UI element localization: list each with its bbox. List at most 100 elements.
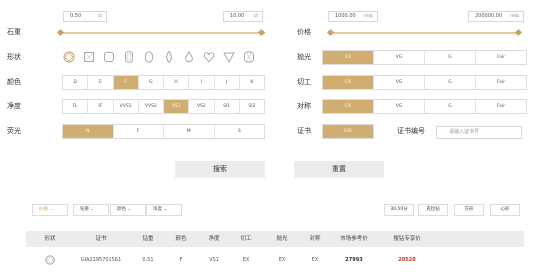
heart-icon[interactable]: [202, 49, 215, 64]
cushion-icon[interactable]: [102, 49, 115, 64]
cut-option-fair[interactable]: Fair: [476, 76, 526, 89]
shape-selector: [62, 49, 255, 64]
weight-slider-track[interactable]: [60, 32, 265, 34]
radiant-icon[interactable]: [242, 49, 255, 64]
weight-slider-min-handle[interactable]: [56, 28, 65, 37]
shape-label: 形状: [7, 53, 21, 61]
round-icon[interactable]: [62, 49, 75, 64]
price-slider-min-handle[interactable]: [326, 28, 335, 37]
table-row[interactable]: GIA2195701561 0.51 F VS1 EX EX EX 27993 …: [26, 255, 524, 269]
row-market-price: 27993: [345, 257, 363, 263]
clarity-option-si2[interactable]: SI2: [240, 100, 264, 113]
clarity-option-fl[interactable]: FL: [63, 100, 89, 113]
symmetry-option-g[interactable]: G: [425, 100, 476, 113]
header-cut: 切工: [240, 236, 252, 242]
fluorescence-options: N F M S: [62, 124, 265, 139]
tab-30-50[interactable]: 30-50分: [384, 204, 414, 216]
color-option-d[interactable]: D: [63, 76, 89, 89]
cut-option-vg[interactable]: VG: [374, 76, 425, 89]
certificate-option-gia[interactable]: GIA: [323, 125, 373, 138]
oval-icon[interactable]: [142, 49, 155, 64]
polish-options: EX VG G Fair: [322, 50, 527, 65]
clarity-options: FL IF VVS1 VVS2 VS1 VS2 SI1 SI2: [62, 99, 265, 114]
symmetry-label: 对称: [297, 102, 311, 110]
fluorescence-option-s[interactable]: S: [215, 125, 265, 138]
price-max-input[interactable]: 200000.00 rmb: [468, 11, 524, 22]
color-option-j[interactable]: J: [215, 76, 240, 89]
header-color: 颜色: [175, 236, 187, 242]
fluorescence-label: 荧光: [7, 127, 21, 135]
clarity-option-si1[interactable]: SI1: [215, 100, 240, 113]
round-icon: [45, 255, 55, 269]
sort-dropdown-clarity[interactable]: 净度 ⌄: [146, 204, 182, 216]
clarity-option-vs1[interactable]: VS1: [164, 100, 190, 113]
row-certificate[interactable]: GIA2195701561: [81, 255, 122, 265]
clarity-option-vvs1[interactable]: VVS1: [114, 100, 139, 113]
weight-slider-max-handle[interactable]: [257, 28, 266, 37]
fluorescence-option-n[interactable]: N: [63, 125, 114, 138]
princess-icon[interactable]: [82, 49, 95, 64]
fluorescence-option-f[interactable]: F: [114, 125, 164, 138]
row-symmetry: EX: [311, 257, 319, 263]
color-option-h[interactable]: H: [164, 76, 190, 89]
triangle-icon[interactable]: [222, 49, 235, 64]
chevron-down-icon: ⌄: [49, 207, 54, 212]
certificate-label: 证书: [297, 127, 311, 135]
weight-min-input[interactable]: 0.50 ct: [63, 11, 107, 22]
cut-options: EX VG G Fair: [322, 75, 527, 90]
emerald-icon[interactable]: [122, 49, 135, 64]
clarity-option-vs2[interactable]: VS2: [189, 100, 215, 113]
color-option-e[interactable]: E: [88, 76, 114, 89]
symmetry-option-vg[interactable]: VG: [374, 100, 425, 113]
certificate-number-label: 证书编号: [397, 127, 425, 135]
sort-dropdown-weight[interactable]: 钻重 ⌄: [73, 204, 109, 216]
polish-option-fair[interactable]: Fair: [476, 51, 526, 64]
fluorescence-option-m[interactable]: M: [164, 125, 215, 138]
table-header: 形状 证书 钻重 颜色 净度 切工 抛光 对称 市场参考价 搜钻专享价: [26, 231, 524, 247]
weight-label: 石重: [7, 28, 21, 36]
price-min-input[interactable]: 1000.00 rmb: [328, 11, 378, 22]
search-button[interactable]: 搜索: [175, 161, 265, 178]
certificate-number-input[interactable]: 请输入证书号: [436, 126, 522, 139]
tab-carat[interactable]: 克拉钻: [418, 204, 448, 216]
row-color: F: [179, 257, 183, 263]
color-option-k[interactable]: K: [240, 76, 264, 89]
symmetry-option-ex[interactable]: EX: [323, 100, 374, 113]
marquise-icon[interactable]: [162, 49, 175, 64]
header-member-price: 搜钻专享价: [393, 236, 421, 242]
reset-button[interactable]: 重置: [294, 161, 384, 178]
weight-max-input[interactable]: 10.00 ct: [223, 11, 263, 22]
chevron-down-icon: ⌄: [90, 207, 95, 212]
header-shape: 形状: [44, 236, 56, 242]
header-weight: 钻重: [142, 236, 154, 242]
header-market-price: 市场参考价: [340, 236, 368, 242]
tab-heart[interactable]: 心形: [490, 204, 520, 216]
header-clarity: 净度: [208, 236, 220, 242]
polish-option-g[interactable]: G: [425, 51, 476, 64]
pear-icon[interactable]: [182, 49, 195, 64]
color-options: D E F G H I J K: [62, 75, 265, 90]
color-option-i[interactable]: I: [189, 76, 215, 89]
chevron-down-icon: ⌄: [163, 207, 168, 212]
tab-square[interactable]: 方形: [454, 204, 484, 216]
price-slider-track[interactable]: [330, 32, 520, 34]
price-slider-max-handle[interactable]: [514, 28, 523, 37]
sort-dropdown-color[interactable]: 颜色 ⌄: [110, 204, 146, 216]
header-polish: 抛光: [276, 236, 288, 242]
header-symmetry: 对称: [309, 236, 321, 242]
color-option-f[interactable]: F: [113, 76, 139, 89]
polish-option-vg[interactable]: VG: [374, 51, 425, 64]
clarity-label: 净度: [7, 102, 21, 110]
cut-option-g[interactable]: G: [425, 76, 476, 89]
color-option-g[interactable]: G: [139, 76, 164, 89]
cut-option-ex[interactable]: EX: [323, 76, 374, 89]
polish-option-ex[interactable]: EX: [323, 51, 374, 64]
certificate-options: GIA: [322, 124, 374, 139]
sort-dropdown-price[interactable]: 价格 ⌄: [32, 204, 68, 216]
row-polish: EX: [278, 257, 286, 263]
symmetry-option-fair[interactable]: Fair: [476, 100, 526, 113]
clarity-option-vvs2[interactable]: VVS2: [139, 100, 164, 113]
price-label: 价格: [297, 28, 311, 36]
cut-label: 切工: [297, 78, 311, 86]
clarity-option-if[interactable]: IF: [88, 100, 114, 113]
